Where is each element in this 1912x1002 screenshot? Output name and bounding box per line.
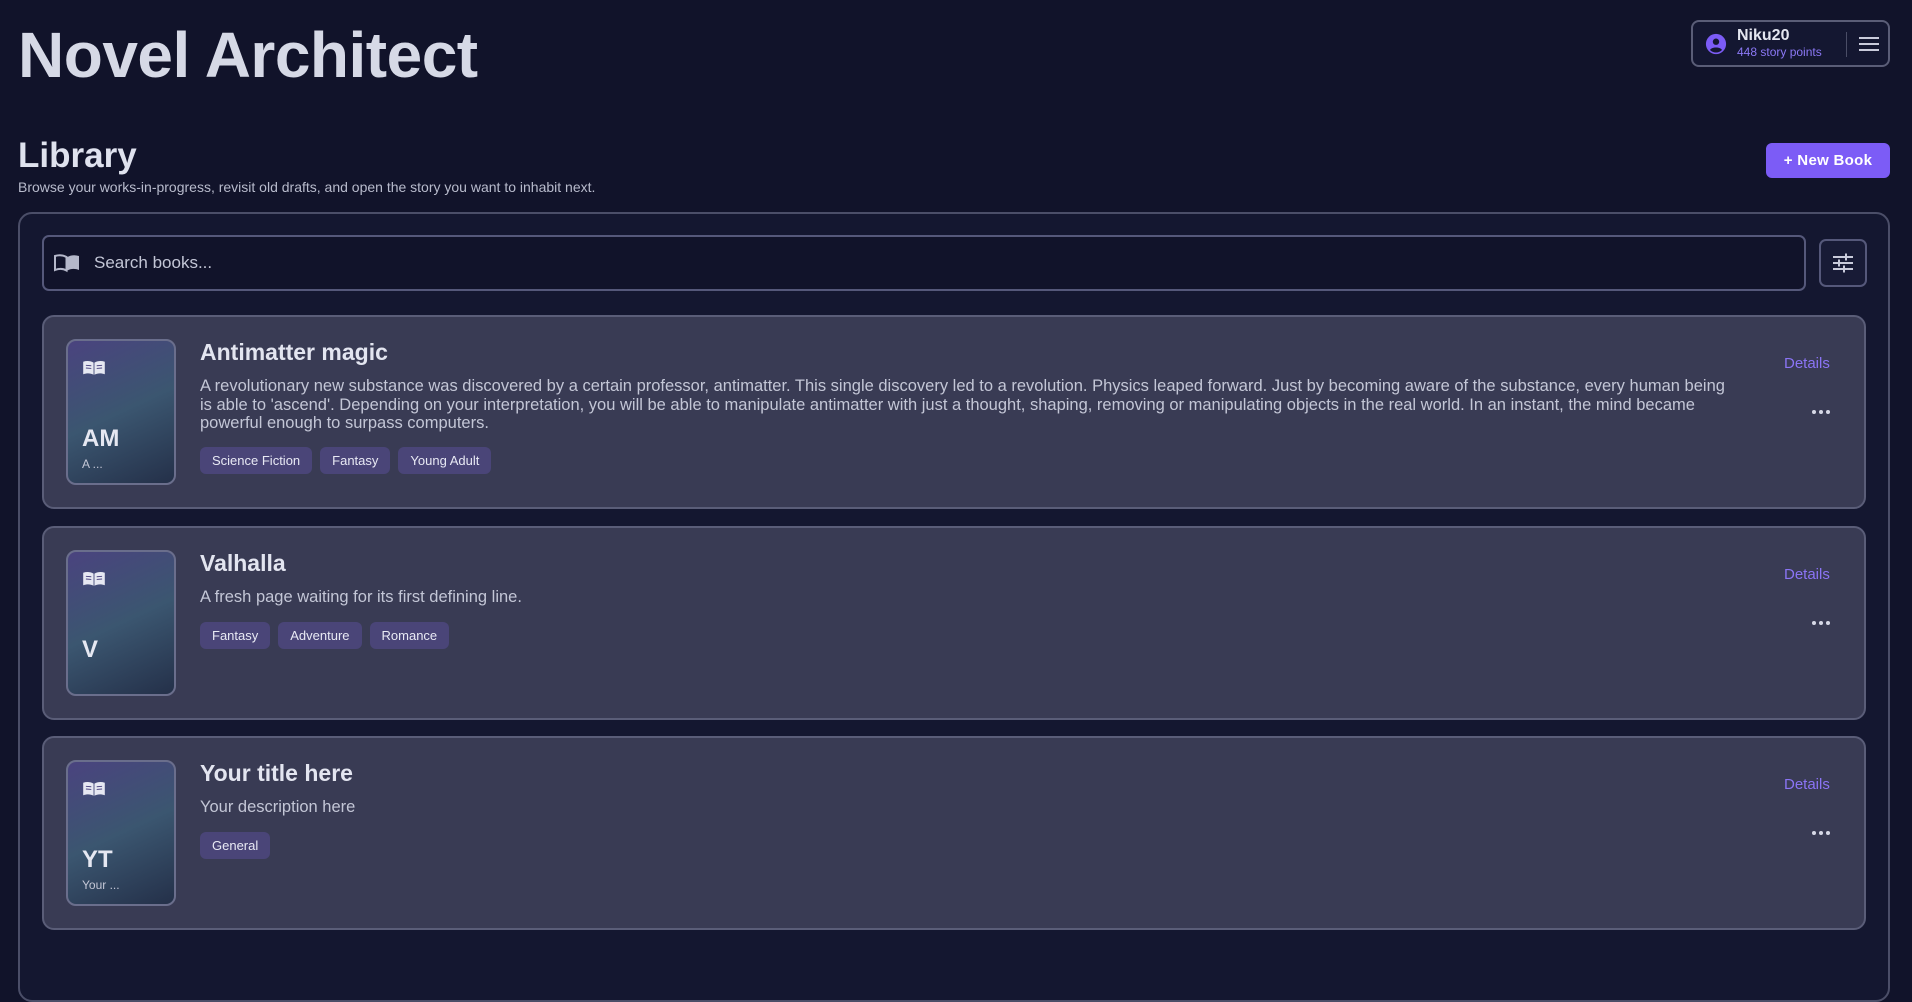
filter-button[interactable]	[1819, 239, 1867, 287]
genre-tag: Science Fiction	[200, 447, 313, 474]
genre-tag: Adventure	[278, 622, 362, 649]
hamburger-menu-icon[interactable]	[1857, 33, 1881, 55]
book-title[interactable]: Valhalla	[200, 550, 286, 577]
search-box[interactable]	[42, 235, 1806, 291]
genre-tag: Romance	[369, 622, 450, 649]
genre-tag: General	[200, 832, 271, 859]
app-title: Novel Architect	[18, 19, 478, 91]
book-description: Your description here	[200, 798, 356, 816]
more-options-icon[interactable]	[1808, 826, 1834, 840]
book-title[interactable]: Antimatter magic	[200, 339, 388, 366]
book-card[interactable]: AM A ... Antimatter magic A revolutionar…	[42, 315, 1866, 509]
cover-initials: V	[82, 636, 99, 663]
cover-snippet: Your ...	[82, 878, 120, 892]
cover-initials: AM	[82, 425, 120, 452]
search-input[interactable]	[94, 243, 1804, 283]
genre-tag: Fantasy	[320, 447, 391, 474]
genre-tag: Fantasy	[200, 622, 271, 649]
genre-tag: Young Adult	[398, 447, 492, 474]
tag-list: General	[200, 832, 271, 859]
open-book-icon	[83, 572, 105, 586]
book-card[interactable]: V Valhalla A fresh page waiting for its …	[42, 526, 1866, 720]
details-link[interactable]: Details	[1784, 566, 1830, 583]
user-name: Niku20	[1737, 27, 1790, 44]
more-options-icon[interactable]	[1808, 405, 1834, 419]
book-card[interactable]: YT Your ... Your title here Your descrip…	[42, 736, 1866, 930]
tag-list: Fantasy Adventure Romance	[200, 622, 450, 649]
book-description: A fresh page waiting for its first defin…	[200, 588, 522, 606]
book-cover[interactable]: AM A ...	[66, 339, 176, 485]
user-profile-chip[interactable]: Niku20 448 story points	[1691, 20, 1890, 67]
details-link[interactable]: Details	[1784, 355, 1830, 372]
cover-snippet: A ...	[82, 457, 103, 471]
book-description: A revolutionary new substance was discov…	[200, 377, 1725, 432]
library-title: Library	[18, 136, 137, 175]
library-subtitle: Browse your works-in-progress, revisit o…	[18, 179, 596, 195]
tag-list: Science Fiction Fantasy Young Adult	[200, 447, 492, 474]
book-cover[interactable]: V	[66, 550, 176, 696]
book-title[interactable]: Your title here	[200, 760, 353, 787]
new-book-button[interactable]: + New Book	[1766, 143, 1890, 178]
open-book-icon	[83, 782, 105, 796]
chip-divider	[1846, 32, 1847, 57]
book-cover[interactable]: YT Your ...	[66, 760, 176, 906]
cover-initials: YT	[82, 846, 113, 873]
user-avatar-icon	[1705, 33, 1727, 54]
more-options-icon[interactable]	[1808, 616, 1834, 630]
details-link[interactable]: Details	[1784, 776, 1830, 793]
open-book-icon	[54, 254, 79, 273]
sliders-icon	[1833, 253, 1853, 273]
story-points: 448 story points	[1737, 45, 1822, 59]
open-book-icon	[83, 361, 105, 375]
